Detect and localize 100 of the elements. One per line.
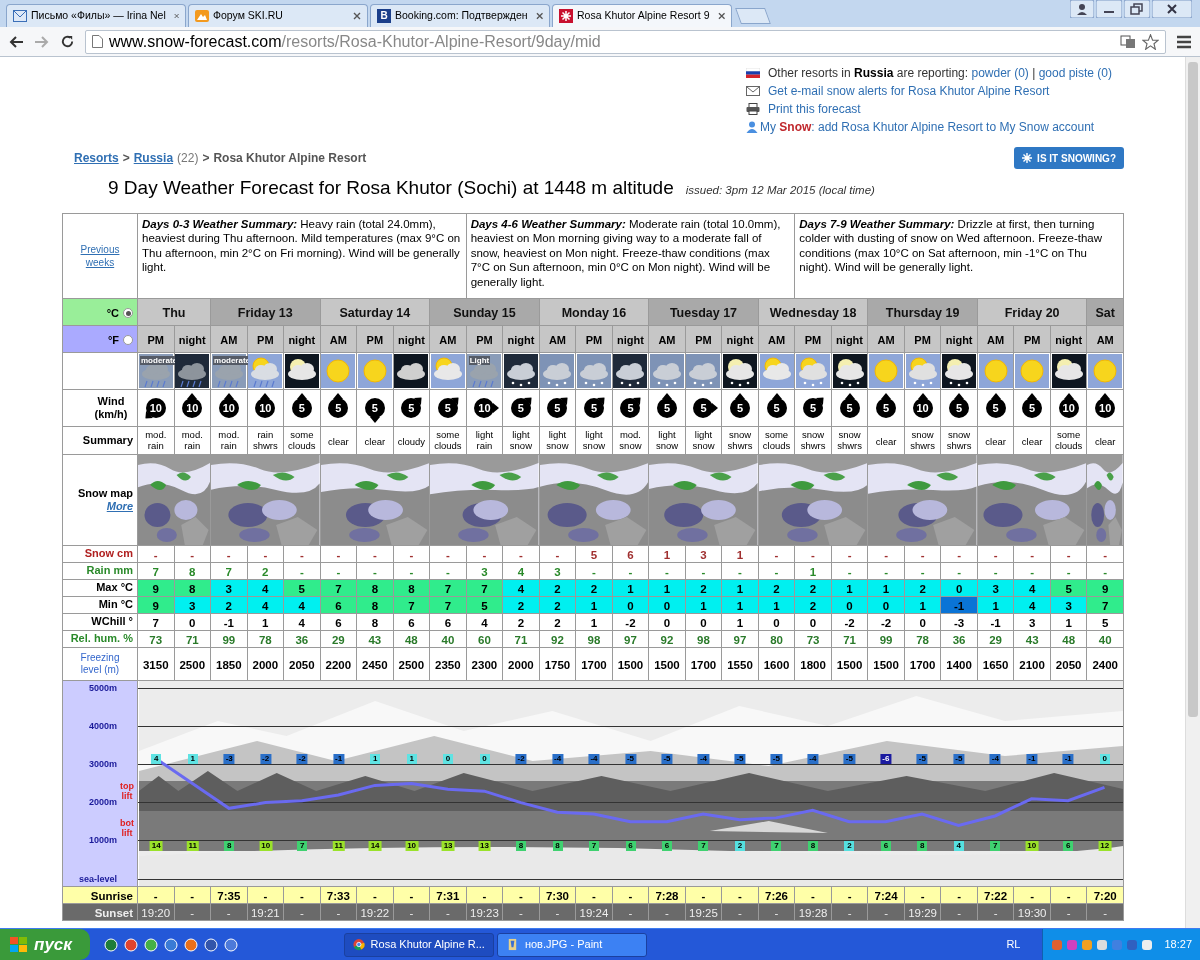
table-cell: 7 <box>152 565 159 578</box>
tray-icon[interactable] <box>1096 938 1109 951</box>
taskbar-task[interactable]: Rosa Khutor Alpine R... <box>343 932 494 957</box>
table-cell: 1500 <box>836 658 863 671</box>
print-link[interactable]: Print this forecast <box>768 99 861 118</box>
temperature-marker: -2 <box>296 753 308 764</box>
temperature-marker: -4 <box>807 753 819 764</box>
table-cell: 19:24 <box>579 906 609 919</box>
address-bar[interactable]: www.snow-forecast.com/resorts/Rosa-Khutor-Alpine-Resort/9day/mid <box>85 29 1166 54</box>
task-title: Rosa Khutor Alpine R... <box>370 937 485 953</box>
period-label: AM <box>987 333 1005 346</box>
table-cell: 8 <box>408 582 415 595</box>
close-icon[interactable] <box>1152 0 1192 18</box>
wind-arrow-icon <box>1027 392 1038 399</box>
app-icon[interactable] <box>123 937 138 952</box>
temperature-marker: 2 <box>734 840 745 851</box>
good-piste-link[interactable]: good piste (0) <box>1038 65 1112 80</box>
table-cell: - <box>811 889 815 902</box>
temperature-marker: -5 <box>953 753 965 764</box>
table-cell: - <box>701 889 706 902</box>
previous-weeks-link[interactable]: Previous weeks <box>77 242 123 269</box>
table-cell: 48 <box>404 633 418 646</box>
user-icon[interactable] <box>1070 0 1094 18</box>
translate-icon[interactable] <box>1120 34 1136 49</box>
scrollbar[interactable] <box>1185 57 1200 928</box>
breadcrumb-link[interactable]: Resorts <box>74 149 119 167</box>
powder-link[interactable]: powder (0) <box>971 65 1029 80</box>
table-cell: 2 <box>809 599 817 612</box>
table-cell-text: some clouds <box>1053 428 1084 451</box>
table-cell: 0 <box>663 616 671 629</box>
table-cell: 3 <box>481 565 488 578</box>
table-cell: 0 <box>627 599 634 612</box>
table-cell: 2 <box>590 582 598 595</box>
table-cell: 0 <box>919 616 926 629</box>
wind-arrow-icon <box>1100 392 1111 399</box>
table-cell: 2050 <box>289 658 315 671</box>
unit-radio[interactable] <box>123 335 133 345</box>
table-cell: - <box>409 906 414 919</box>
breadcrumb-link[interactable]: Russia <box>133 149 174 167</box>
table-cell: - <box>299 889 304 902</box>
table-cell: - <box>811 548 815 561</box>
more-link[interactable]: More <box>106 500 133 512</box>
table-cell: 9 <box>152 582 159 595</box>
table-cell: 73 <box>149 633 163 646</box>
app-icon[interactable] <box>163 937 178 952</box>
row-label: Rel. hum. % <box>70 632 133 644</box>
is-it-snowing-button[interactable]: IS IT SNOWING? <box>1014 147 1124 169</box>
table-cell: 7:31 <box>436 889 460 902</box>
wind-arrow-icon <box>296 392 307 399</box>
minimize-icon[interactable] <box>1096 0 1122 18</box>
tray-icon[interactable] <box>1141 938 1154 951</box>
table-cell: - <box>336 906 341 919</box>
cloud-snow-icon <box>686 353 721 388</box>
period-label: PM <box>804 333 822 346</box>
start-button[interactable]: пуск <box>0 929 90 960</box>
browser-tab[interactable]: Письмо «Филы» — Irina Nel <box>6 4 186 27</box>
table-cell: - <box>153 889 158 902</box>
person-icon <box>746 120 758 133</box>
my-snow-link[interactable]: My Snow: add Rosa Khutor Alpine Resort to My Snow account <box>760 117 1095 136</box>
moon-cloud-snow-icon <box>723 353 757 388</box>
temperature-marker: -5 <box>661 753 673 764</box>
close-icon[interactable] <box>535 12 543 20</box>
table-cell: - <box>1030 565 1035 578</box>
star-icon[interactable] <box>1142 33 1159 50</box>
table-cell: - <box>445 565 450 578</box>
sun-icon <box>1015 353 1050 388</box>
envelope-icon <box>746 85 760 96</box>
wind-arrow-icon <box>917 392 928 399</box>
table-cell: - <box>372 889 377 902</box>
browser-tab[interactable]: Форум SKI.RU <box>188 4 368 27</box>
table-cell: 2 <box>225 599 232 612</box>
temperature-marker: 1 <box>370 753 381 764</box>
temperature-marker: 6 <box>1063 840 1074 851</box>
app-icon[interactable] <box>203 937 218 952</box>
temperature-marker: 6 <box>661 840 672 851</box>
temperature-marker: -3 <box>223 753 235 764</box>
app-icon[interactable] <box>183 937 198 952</box>
table-cell: 8 <box>371 582 379 595</box>
table-cell: 7:24 <box>874 889 898 902</box>
period-label: night <box>1055 333 1083 346</box>
browser-tab[interactable]: Rosa Khutor Alpine Resort 9 <box>552 4 732 27</box>
unit-radio[interactable] <box>123 308 133 318</box>
app-icon[interactable] <box>103 937 118 952</box>
email-alerts-link[interactable]: Get e-mail snow alerts for Rosa Khutor Alpine Resort <box>768 81 1050 100</box>
close-icon[interactable] <box>717 12 725 20</box>
temperature-marker: 8 <box>224 840 235 851</box>
app-icon[interactable] <box>143 937 158 952</box>
table-cell: 7 <box>444 599 452 612</box>
table-cell: -2 <box>625 616 636 629</box>
mountain-icon <box>195 10 209 22</box>
restore-icon[interactable] <box>1124 0 1150 18</box>
language-indicator[interactable]: RL <box>1006 936 1021 953</box>
menu-icon[interactable] <box>1176 34 1192 49</box>
reload-icon[interactable] <box>60 34 75 49</box>
browser-tab[interactable]: B Booking.com: Подтвержден <box>370 4 550 27</box>
sun-icon <box>321 353 356 388</box>
taskbar-task[interactable]: нов.JPG - Paint <box>496 932 647 957</box>
app-icon[interactable] <box>223 937 238 952</box>
close-icon[interactable] <box>353 12 361 20</box>
back-icon[interactable] <box>8 34 24 49</box>
